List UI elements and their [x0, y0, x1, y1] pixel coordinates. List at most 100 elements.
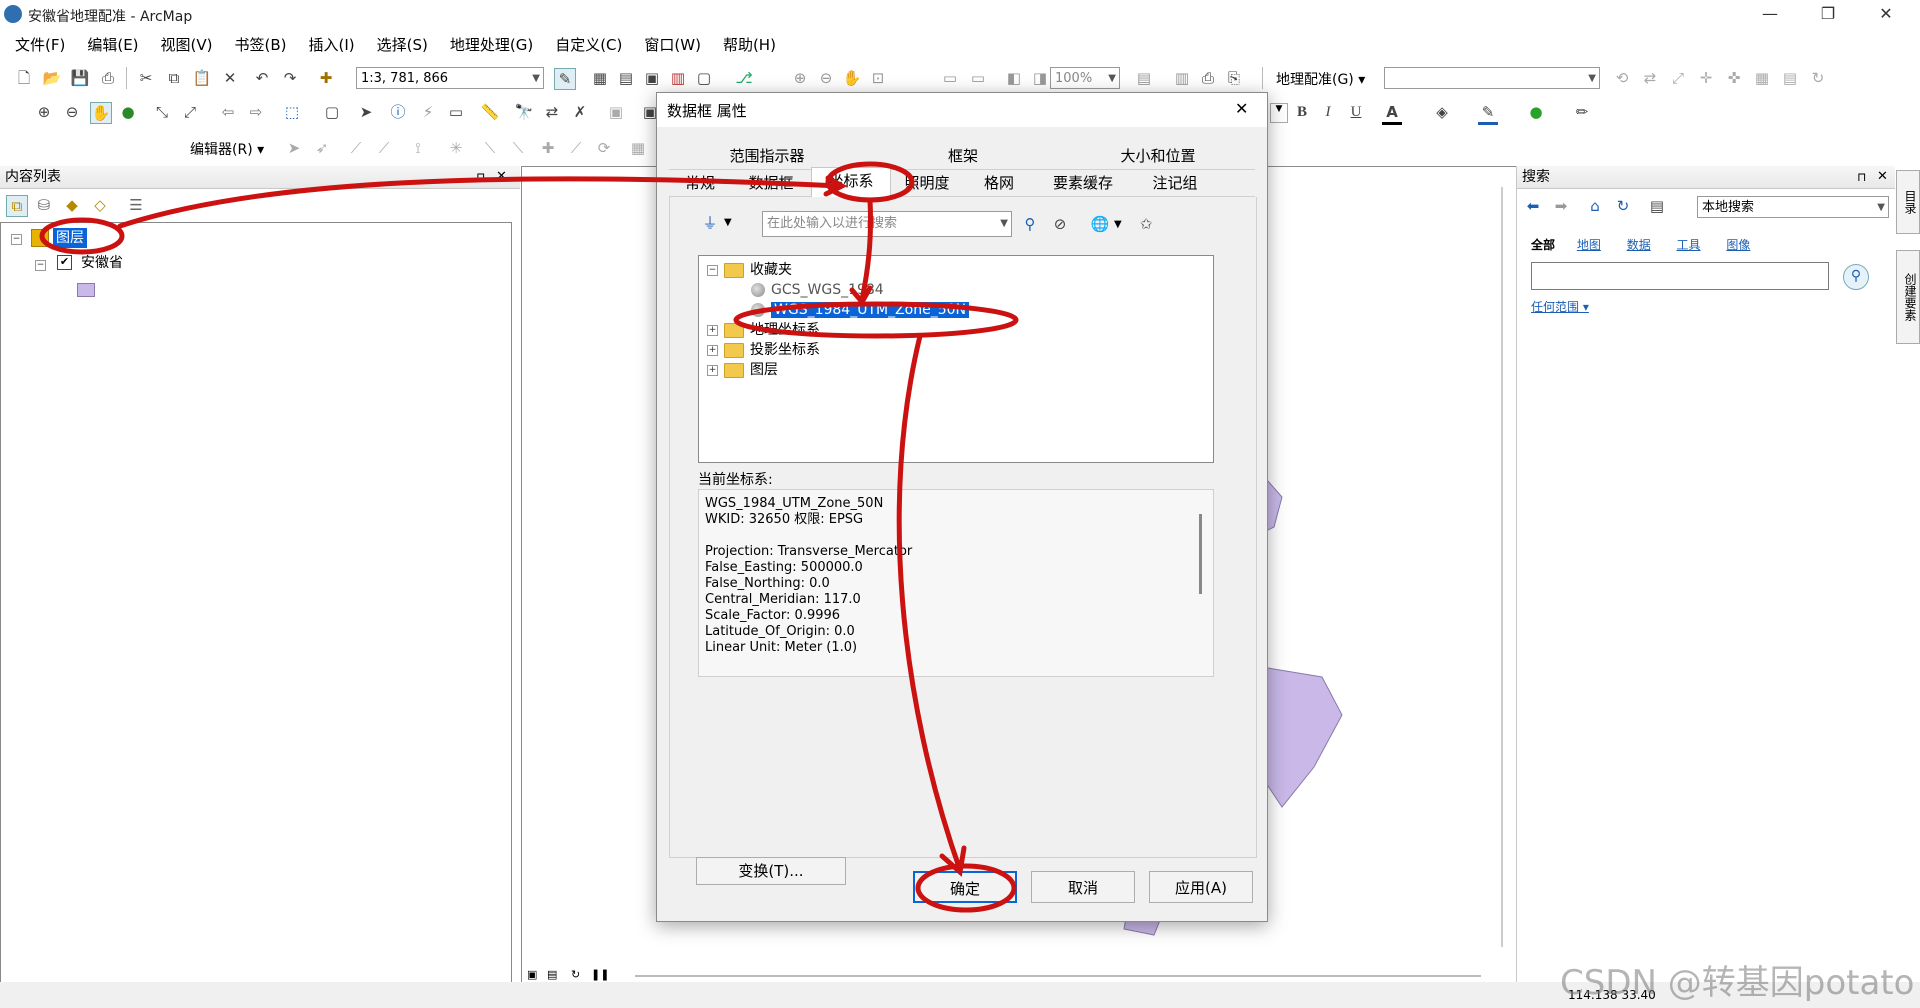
redo-icon[interactable]: ↷: [280, 68, 300, 88]
rotate-icon[interactable]: ⟲: [1612, 68, 1632, 88]
layer-name[interactable]: 安徽省: [81, 253, 123, 273]
find-route-icon[interactable]: ⇄: [542, 102, 562, 122]
rotate-edit-icon[interactable]: ⟳: [594, 138, 614, 158]
viewer-icon[interactable]: ▤: [1780, 68, 1800, 88]
clear-selection-icon[interactable]: ▢: [322, 102, 342, 122]
list-by-selection-icon[interactable]: ◇: [90, 195, 110, 215]
change-layout-icon[interactable]: ⎙: [1198, 68, 1218, 88]
list-by-drawing-order-icon[interactable]: ⧉: [6, 195, 28, 217]
expand-collapse-icon[interactable]: +: [707, 324, 718, 336]
zoom-100-icon[interactable]: ▭: [940, 68, 960, 88]
tab-grids[interactable]: 格网: [963, 170, 1035, 196]
search-home-icon[interactable]: ⌂: [1585, 196, 1605, 216]
line-color-icon[interactable]: ✎: [1478, 102, 1498, 125]
table-icon[interactable]: ▦: [590, 68, 610, 88]
tab-data-frame[interactable]: 数据框: [731, 170, 811, 196]
list-by-source-icon[interactable]: ⛁: [34, 195, 54, 215]
layer-collapse-icon[interactable]: −: [35, 259, 46, 271]
cancel-button[interactable]: 取消: [1031, 871, 1135, 903]
undo-icon[interactable]: ↶: [252, 68, 272, 88]
edit-vertex-icon[interactable]: ⟍: [480, 138, 500, 158]
menu-bookmarks[interactable]: 书签(B): [224, 32, 298, 58]
python-icon[interactable]: ▢: [694, 68, 714, 88]
add-data-icon[interactable]: ✚: [316, 68, 336, 88]
search-forward-icon[interactable]: ➡: [1551, 196, 1571, 216]
go-to-xy-icon[interactable]: ✗: [570, 102, 590, 122]
hyperlink-icon[interactable]: ⚡: [418, 102, 438, 122]
layout-zoom-in-icon[interactable]: ⊕: [790, 68, 810, 88]
underline-button[interactable]: U: [1346, 102, 1366, 122]
tree-row-utm-zone-50n[interactable]: WGS_1984_UTM_Zone_50N: [751, 300, 970, 320]
view-link-table-icon[interactable]: ▦: [1752, 68, 1772, 88]
font-color-button[interactable]: A: [1382, 102, 1402, 125]
select-elements-icon[interactable]: ➤: [356, 102, 376, 122]
filter-icon[interactable]: ⏚: [700, 213, 720, 233]
delete-icon[interactable]: ✕: [220, 68, 240, 88]
find-icon[interactable]: 🔭: [514, 102, 534, 122]
arctoolbox-icon[interactable]: ▥: [668, 68, 688, 88]
catalog-icon[interactable]: ▤: [616, 68, 636, 88]
new-document-icon[interactable]: 🗋: [14, 68, 34, 88]
search-refresh-icon[interactable]: ↻: [1613, 196, 1633, 216]
data-driven-pages-icon[interactable]: ⎘: [1224, 68, 1244, 88]
tab-annotation-groups[interactable]: 注记组: [1131, 170, 1219, 196]
identify-icon[interactable]: ⓘ: [388, 102, 408, 122]
tab-coordinate-system[interactable]: 坐标系: [811, 167, 891, 198]
search-close-icon[interactable]: ✕: [1877, 166, 1888, 188]
expand-collapse-icon[interactable]: +: [707, 364, 718, 376]
add-to-favorites-icon[interactable]: ✩: [1136, 214, 1156, 234]
layer-visibility-checkbox[interactable]: ✔: [57, 255, 72, 270]
print-icon[interactable]: ⎙: [98, 68, 118, 88]
control-points-icon[interactable]: ✜: [1724, 68, 1744, 88]
layers-collapse-icon[interactable]: −: [11, 231, 28, 247]
details-scrollbar[interactable]: [1199, 514, 1202, 594]
filter-data[interactable]: 数据: [1627, 238, 1651, 252]
fixed-zoom-out-icon[interactable]: ⤢: [180, 102, 200, 122]
search-back-icon[interactable]: ⬅: [1523, 196, 1543, 216]
toc-pin-icon[interactable]: ⊓: [476, 166, 485, 188]
filter-maps[interactable]: 地图: [1577, 238, 1601, 252]
filter-all[interactable]: 全部: [1531, 238, 1555, 252]
layout-zoom-combo[interactable]: 100% ▼: [1050, 67, 1120, 89]
point-icon[interactable]: ✳: [446, 138, 466, 158]
tree-row-layers[interactable]: + 图层: [707, 360, 778, 380]
tab-general[interactable]: 常规: [669, 170, 731, 196]
toc-options-icon[interactable]: ☰: [126, 195, 146, 215]
map-scale-combo[interactable]: 1:3, 781, 866 ▼: [356, 67, 544, 89]
editor-toolbar-icon[interactable]: ✎: [554, 68, 576, 90]
zoom-whole-page-icon[interactable]: ⊡: [868, 68, 888, 88]
italic-button[interactable]: I: [1318, 102, 1338, 122]
font-size-dropdown[interactable]: ▼: [1270, 103, 1288, 123]
split-icon[interactable]: ⟋: [566, 138, 586, 158]
zoom-out-icon[interactable]: ⊖: [62, 102, 82, 122]
layout-zoom-out-icon[interactable]: ⊖: [816, 68, 836, 88]
expand-collapse-icon[interactable]: −: [707, 264, 718, 276]
pan-icon[interactable]: ✋: [90, 102, 112, 124]
data-view-icon[interactable]: ▣: [527, 968, 537, 981]
go-back-icon[interactable]: ⇦: [218, 102, 238, 122]
list-by-visibility-icon[interactable]: ◆: [62, 195, 82, 215]
cs-search-icon[interactable]: ⚲: [1020, 214, 1040, 234]
search-window-icon[interactable]: ▣: [642, 68, 662, 88]
cs-search-input[interactable]: 在此处输入以进行搜索 ▼: [762, 211, 1012, 237]
minimize-button[interactable]: —: [1742, 0, 1798, 30]
tree-row-favorites[interactable]: − 收藏夹: [707, 260, 792, 280]
scale-icon[interactable]: ⤢: [1668, 68, 1688, 88]
fill-color-icon[interactable]: ◈: [1432, 102, 1452, 122]
measure-icon[interactable]: 📏: [480, 102, 500, 122]
tab-frame[interactable]: 框架: [865, 143, 1061, 169]
model-builder-icon[interactable]: ⎇: [734, 68, 754, 88]
shift-icon[interactable]: ⇄: [1640, 68, 1660, 88]
select-features-icon[interactable]: ⬚: [282, 102, 302, 122]
georef-layer-combo[interactable]: ▼: [1384, 67, 1600, 89]
search-input[interactable]: [1531, 262, 1829, 290]
fixed-zoom-in-icon-2[interactable]: ⤡: [152, 102, 172, 122]
side-tab-catalog[interactable]: 目录: [1896, 170, 1920, 234]
full-extent-icon[interactable]: ●: [118, 102, 138, 122]
marker-color-icon[interactable]: ●: [1526, 102, 1546, 122]
toggle-draft-icon[interactable]: ▤: [1134, 68, 1154, 88]
menu-selection[interactable]: 选择(S): [366, 32, 439, 58]
go-forward-icon[interactable]: ⇨: [246, 102, 266, 122]
tree-row-gcs-wgs-1984[interactable]: GCS_WGS_1984: [751, 280, 884, 300]
attributes-icon[interactable]: ▦: [628, 138, 648, 158]
